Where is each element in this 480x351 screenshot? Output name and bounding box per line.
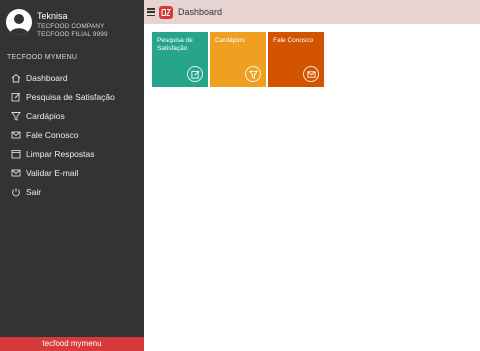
hamburger-menu-icon[interactable] xyxy=(147,8,155,16)
dashboard-tiles: Pesquisa de Satisfação Cardápios Fale Co… xyxy=(152,32,326,87)
tile-label: Pesquisa de Satisfação xyxy=(157,37,193,52)
sidebar-item-validar-email[interactable]: Validar E-mail xyxy=(0,163,144,182)
sidebar: Teknisa TECFOOD COMPANY TECFOOD FILIAL 9… xyxy=(0,0,144,351)
sidebar-menu: Dashboard Pesquisa de Satisfação Cardápi… xyxy=(0,68,144,201)
sidebar-item-label: Dashboard xyxy=(26,72,68,83)
sidebar-item-label: Pesquisa de Satisfação xyxy=(26,91,115,102)
sidebar-item-cardapios[interactable]: Cardápios xyxy=(0,106,144,125)
power-icon xyxy=(11,187,21,197)
envelope-icon xyxy=(11,168,21,178)
avatar xyxy=(6,9,32,35)
sidebar-item-sair[interactable]: Sair xyxy=(0,182,144,201)
sidebar-item-limpar-respostas[interactable]: Limpar Respostas xyxy=(0,144,144,163)
filter-icon xyxy=(245,66,261,82)
sidebar-item-label: Cardápios xyxy=(26,110,65,121)
sidebar-item-label: Limpar Respostas xyxy=(26,148,95,159)
envelope-icon xyxy=(303,66,319,82)
app-window: Teknisa TECFOOD COMPANY TECFOOD FILIAL 9… xyxy=(0,0,480,351)
app-logo-icon xyxy=(159,5,173,19)
tile-label: Cardápios xyxy=(215,37,245,44)
top-bar: Dashboard xyxy=(144,0,480,24)
branch-name: TECFOOD FILIAL 9999 xyxy=(37,31,108,38)
user-name: Teknisa xyxy=(37,11,68,21)
company-name: TECFOOD COMPANY xyxy=(37,23,105,30)
menu-header: TECFOOD MYMENU xyxy=(7,54,78,61)
edit-icon xyxy=(187,66,203,82)
sidebar-item-label: Fale Conosco xyxy=(26,129,79,140)
window-icon xyxy=(11,149,21,159)
tile-label: Fale Conosco xyxy=(273,37,314,44)
sidebar-item-dashboard[interactable]: Dashboard xyxy=(0,68,144,87)
tile-pesquisa-satisfacao[interactable]: Pesquisa de Satisfação xyxy=(152,32,208,87)
filter-icon xyxy=(11,111,21,121)
tile-fale-conosco[interactable]: Fale Conosco xyxy=(268,32,324,87)
home-icon xyxy=(11,73,21,83)
edit-icon xyxy=(11,92,21,102)
user-profile: Teknisa TECFOOD COMPANY TECFOOD FILIAL 9… xyxy=(0,0,144,50)
sidebar-item-label: Validar E-mail xyxy=(26,167,79,178)
sidebar-footer: tecfood mymenu xyxy=(0,337,144,351)
envelope-icon xyxy=(11,130,21,140)
sidebar-item-pesquisa[interactable]: Pesquisa de Satisfação xyxy=(0,87,144,106)
sidebar-item-fale-conosco[interactable]: Fale Conosco xyxy=(0,125,144,144)
page-title: Dashboard xyxy=(178,7,223,17)
sidebar-item-label: Sair xyxy=(26,186,42,197)
tile-cardapios[interactable]: Cardápios xyxy=(210,32,266,87)
